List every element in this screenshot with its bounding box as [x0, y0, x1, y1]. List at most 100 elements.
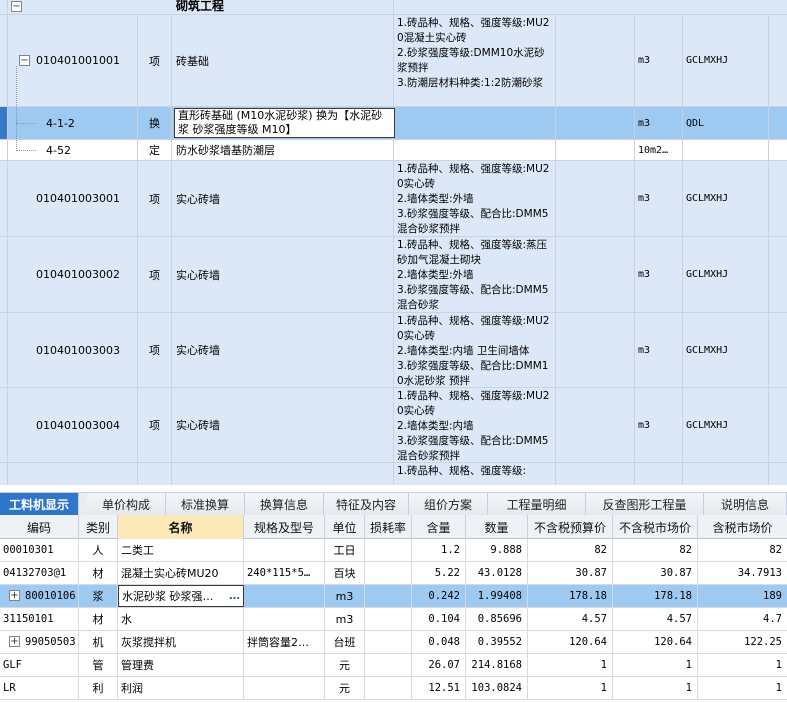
material-loss[interactable] — [365, 677, 412, 699]
material-name[interactable]: 混凝土实心砖MU20 — [118, 562, 244, 584]
material-spec[interactable] — [244, 585, 325, 607]
material-market-price[interactable]: 1 — [613, 677, 698, 699]
bill-item-row[interactable]: 010401003002 项 实心砖墙 1.砖品种、规格、强度等级:蒸压砂加气混… — [0, 237, 787, 313]
item-unit: m3 — [638, 269, 651, 280]
bill-items-grid[interactable]: − 砌筑工程 − 010401001001 项 砖基础 1.砖品种、规格、强度等… — [0, 0, 787, 485]
collapse-icon[interactable]: − — [11, 1, 22, 12]
expand-icon[interactable]: + — [9, 590, 20, 601]
material-spec[interactable] — [244, 539, 325, 561]
material-spec[interactable] — [244, 654, 325, 676]
material-name[interactable]: 灰浆搅拌机 — [118, 631, 244, 653]
material-market-price[interactable]: 30.87 — [613, 562, 698, 584]
material-row[interactable]: + 99050503 机 灰浆搅拌机 拌筒容量2… 台班 0.048 0.395… — [0, 631, 787, 654]
material-name-editor[interactable]: 水泥砂浆 砂浆强… … — [118, 585, 244, 607]
tab-reverse-lookup-quantity[interactable]: 反查图形工程量 — [586, 493, 704, 515]
material-market-price[interactable]: 120.64 — [613, 631, 698, 653]
tab-standard-conversion[interactable]: 标准换算 — [166, 493, 245, 515]
material-unit: 台班 — [325, 631, 365, 653]
material-name[interactable]: 水 — [118, 608, 244, 630]
material-grid[interactable]: 编码 类别 名称 规格及型号 单位 损耗率 含量 数量 不含税预算价 不含税市场… — [0, 515, 787, 702]
material-loss[interactable] — [365, 562, 412, 584]
material-row[interactable]: 31150101 材 水 m3 0.104 0.85696 4.57 4.57 … — [0, 608, 787, 631]
material-name[interactable]: 利润 — [118, 677, 244, 699]
material-content[interactable]: 0.242 — [412, 585, 466, 607]
item-features: 1.砖品种、规格、强度等级:MU20混凝土实心砖 2.砂浆强度等级:DMM10水… — [397, 17, 550, 89]
material-spec[interactable]: 拌筒容量2… — [244, 631, 325, 653]
material-loss[interactable] — [365, 585, 412, 607]
material-content[interactable]: 1.2 — [412, 539, 466, 561]
material-market-price-tax[interactable]: 189 — [698, 585, 787, 607]
material-name[interactable]: 管理费 — [118, 654, 244, 676]
material-row[interactable]: LR 利 利润 元 12.51 103.0824 1 1 1 — [0, 677, 787, 700]
material-row[interactable]: + 80010106 浆 水泥砂浆 砂浆强… … m3 0.242 1.9940… — [0, 585, 787, 608]
material-row[interactable]: 00010301 人 二类工 工日 1.2 9.888 82 82 82 — [0, 539, 787, 562]
material-market-price-tax[interactable]: 82 — [698, 539, 787, 561]
quota-row[interactable]: 4-1-2 换 直形砖基础 (M10水泥砂浆) 换为【水泥砂浆 砂浆强度等级 M… — [0, 107, 787, 140]
section-row[interactable]: − 砌筑工程 — [0, 0, 787, 15]
tab-conversion-info[interactable]: 换算信息 — [245, 493, 324, 515]
tab-description[interactable]: 说明信息 — [704, 493, 787, 515]
material-market-price[interactable]: 82 — [613, 539, 698, 561]
material-market-price-tax[interactable]: 4.7 — [698, 608, 787, 630]
bill-item-row[interactable]: 010401003003 项 实心砖墙 1.砖品种、规格、强度等级:MU20实心… — [0, 313, 787, 388]
material-market-price-tax[interactable]: 122.25 — [698, 631, 787, 653]
material-content[interactable]: 26.07 — [412, 654, 466, 676]
expand-icon[interactable]: + — [9, 636, 20, 647]
material-code: GLF — [0, 654, 79, 676]
more-options-icon[interactable]: … — [229, 589, 240, 602]
material-loss[interactable] — [365, 539, 412, 561]
col-budget-price[interactable]: 不含税预算价 — [528, 515, 613, 539]
material-row[interactable]: GLF 管 管理费 元 26.07 214.8168 1 1 1 — [0, 654, 787, 677]
material-market-price[interactable]: 4.57 — [613, 608, 698, 630]
tab-pricing-scheme[interactable]: 组价方案 — [409, 493, 488, 515]
col-market-price[interactable]: 不含税市场价 — [613, 515, 698, 539]
material-content[interactable]: 0.048 — [412, 631, 466, 653]
material-loss[interactable] — [365, 631, 412, 653]
material-row[interactable]: 04132703@1 材 混凝土实心砖MU20 240*115*5… 百块 5.… — [0, 562, 787, 585]
tab-unit-price-composition[interactable]: 单价构成 — [87, 493, 166, 515]
bill-item-row[interactable]: 1.砖品种、规格、强度等级: — [0, 463, 787, 485]
col-spec[interactable]: 规格及型号 — [244, 515, 325, 539]
material-qty: 103.0824 — [466, 677, 528, 699]
bill-item-row[interactable]: 010401003004 项 实心砖墙 1.砖品种、规格、强度等级:MU20实心… — [0, 388, 787, 463]
collapse-icon[interactable]: − — [19, 55, 30, 66]
material-spec[interactable] — [244, 677, 325, 699]
material-content[interactable]: 12.51 — [412, 677, 466, 699]
item-type: 项 — [149, 344, 160, 357]
col-category[interactable]: 类别 — [79, 515, 118, 539]
item-name: 砖基础 — [176, 54, 209, 68]
tab-quantity-detail[interactable]: 工程量明细 — [488, 493, 586, 515]
tab-labor-material-machine[interactable]: 工料机显示 — [0, 493, 79, 515]
material-code: 04132703@1 — [0, 562, 79, 584]
material-name[interactable]: 二类工 — [118, 539, 244, 561]
material-qty: 0.39552 — [466, 631, 528, 653]
item-features: 1.砖品种、规格、强度等级:MU20实心砖 2.墙体类型:内墙 卫生间墙体 3.… — [397, 315, 550, 387]
quota-name-editor[interactable]: 直形砖基础 (M10水泥砂浆) 换为【水泥砂浆 砂浆强度等级 M10】 — [174, 108, 395, 138]
col-loss-rate[interactable]: 损耗率 — [365, 515, 412, 539]
col-content[interactable]: 含量 — [412, 515, 466, 539]
material-category: 管 — [79, 654, 118, 676]
material-spec[interactable] — [244, 608, 325, 630]
bill-item-row[interactable]: − 010401001001 项 砖基础 1.砖品种、规格、强度等级:MU20混… — [0, 15, 787, 107]
material-content[interactable]: 5.22 — [412, 562, 466, 584]
material-loss[interactable] — [365, 608, 412, 630]
col-market-price-tax[interactable]: 含税市场价 — [698, 515, 787, 539]
material-market-price[interactable]: 178.18 — [613, 585, 698, 607]
col-code[interactable]: 编码 — [0, 515, 79, 539]
material-market-price-tax[interactable]: 34.7913 — [698, 562, 787, 584]
material-market-price-tax[interactable]: 1 — [698, 677, 787, 699]
material-market-price-tax[interactable]: 1 — [698, 654, 787, 676]
material-loss[interactable] — [365, 654, 412, 676]
item-expr: GCLMXHJ — [686, 269, 729, 280]
quota-row[interactable]: 4-52 定 防水砂浆墙基防潮层 10m2… — [0, 140, 787, 161]
col-unit[interactable]: 单位 — [325, 515, 365, 539]
col-name[interactable]: 名称 — [118, 515, 244, 539]
material-category: 利 — [79, 677, 118, 699]
material-content[interactable]: 0.104 — [412, 608, 466, 630]
bill-item-row[interactable]: 010401003001 项 实心砖墙 1.砖品种、规格、强度等级:MU20实心… — [0, 161, 787, 237]
item-code: 010401003003 — [36, 343, 120, 357]
material-market-price[interactable]: 1 — [613, 654, 698, 676]
col-quantity[interactable]: 数量 — [466, 515, 528, 539]
material-spec[interactable]: 240*115*5… — [244, 562, 325, 584]
tab-features-content[interactable]: 特征及内容 — [324, 493, 409, 515]
